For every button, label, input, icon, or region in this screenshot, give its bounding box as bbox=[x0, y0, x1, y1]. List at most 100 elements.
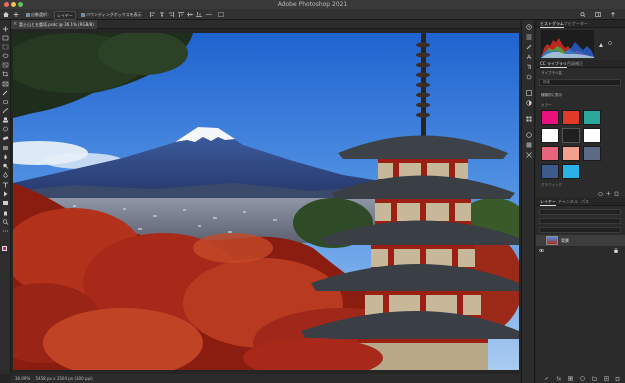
close-tab-icon[interactable]: × bbox=[13, 20, 17, 29]
foreground-color-swatch[interactable] bbox=[2, 246, 7, 251]
properties-icon[interactable] bbox=[526, 34, 532, 40]
library-name[interactable]: ライブラリ名 bbox=[541, 71, 562, 76]
marquee-icon[interactable] bbox=[2, 44, 9, 50]
colors-section-label[interactable]: カラー bbox=[541, 103, 552, 108]
library-delete-icon[interactable] bbox=[614, 191, 619, 196]
library-cloud-icon[interactable] bbox=[598, 191, 603, 196]
patterns-icon[interactable] bbox=[526, 152, 532, 158]
graphics-section-label[interactable]: グラフィック bbox=[541, 183, 562, 188]
history-icon[interactable] bbox=[526, 24, 532, 30]
color-icon[interactable] bbox=[526, 132, 532, 138]
move-tool-icon[interactable] bbox=[13, 12, 19, 17]
new-group-icon[interactable] bbox=[592, 376, 597, 381]
align-bottom-icon[interactable] bbox=[196, 12, 202, 17]
character-icon[interactable] bbox=[526, 54, 532, 60]
gradients-icon[interactable] bbox=[526, 142, 532, 148]
tab-navigator[interactable]: ナビゲーター bbox=[564, 20, 588, 28]
healing-icon[interactable] bbox=[2, 99, 9, 105]
tab-histogram[interactable]: ヒストグラム bbox=[540, 20, 564, 28]
hand-icon[interactable] bbox=[2, 210, 9, 216]
swatch-6[interactable] bbox=[583, 128, 601, 143]
document-tab[interactable]: × 富士山と五重塔.psdc @ 36.1% (RGB/8) bbox=[11, 20, 97, 29]
clone-stamp-icon[interactable] bbox=[2, 117, 9, 123]
adjustment-layer-icon[interactable] bbox=[580, 376, 585, 381]
path-select-icon[interactable] bbox=[2, 191, 9, 197]
history-brush-icon[interactable] bbox=[2, 126, 9, 132]
swatch-8[interactable] bbox=[562, 146, 580, 161]
swatch-5[interactable] bbox=[562, 128, 580, 143]
workspace-icon[interactable] bbox=[595, 12, 601, 17]
swatch-2[interactable] bbox=[562, 110, 580, 125]
gradient-icon[interactable] bbox=[2, 145, 9, 151]
blend-mode-bar[interactable] bbox=[539, 218, 621, 224]
delete-layer-icon[interactable] bbox=[615, 376, 620, 381]
pen-icon[interactable] bbox=[2, 172, 9, 178]
swatch-9[interactable] bbox=[583, 146, 601, 161]
layer-mask-icon[interactable] bbox=[568, 376, 573, 381]
search-icon[interactable] bbox=[580, 12, 586, 17]
brush-icon[interactable] bbox=[2, 108, 9, 114]
more-tools-icon[interactable] bbox=[2, 228, 9, 234]
rectangle-icon[interactable] bbox=[2, 200, 9, 206]
tab-paths[interactable]: パス bbox=[581, 198, 589, 206]
histogram-warning-icon[interactable] bbox=[599, 32, 603, 47]
align-center-icon[interactable] bbox=[159, 12, 165, 17]
align-middle-icon[interactable] bbox=[187, 12, 193, 17]
blur-icon[interactable] bbox=[2, 154, 9, 160]
zoom-level[interactable]: 36.09% bbox=[15, 376, 30, 381]
auto-select-target-dropdown[interactable]: レイヤー bbox=[54, 11, 76, 20]
artboard-icon[interactable] bbox=[2, 35, 9, 41]
swatch-3[interactable] bbox=[583, 110, 601, 125]
layer-style-icon[interactable]: fx bbox=[556, 376, 562, 382]
tab-adjustments[interactable]: 色調補正 bbox=[567, 60, 583, 68]
crop-icon[interactable] bbox=[2, 71, 9, 77]
adjustments-icon[interactable] bbox=[526, 100, 532, 106]
library-search-input[interactable]: 検索 bbox=[539, 79, 621, 86]
document-info[interactable]: 5458 px x 3504 px (300 ppi) bbox=[36, 376, 93, 381]
tab-layers[interactable]: レイヤー bbox=[540, 198, 556, 206]
3d-mode-icon[interactable] bbox=[218, 12, 224, 17]
swatch-7[interactable] bbox=[541, 146, 559, 161]
glyphs-icon[interactable] bbox=[526, 74, 532, 80]
layer-name[interactable]: 背景 bbox=[561, 236, 569, 245]
more-options-icon[interactable] bbox=[206, 12, 212, 17]
lock-bar[interactable] bbox=[539, 227, 621, 233]
home-icon[interactable] bbox=[3, 12, 9, 17]
paragraph-icon[interactable] bbox=[526, 64, 532, 70]
align-top-icon[interactable] bbox=[178, 12, 184, 17]
align-right-icon[interactable] bbox=[168, 12, 174, 17]
type-icon[interactable] bbox=[2, 182, 9, 188]
link-layers-icon[interactable] bbox=[544, 376, 549, 381]
dodge-icon[interactable] bbox=[2, 163, 9, 169]
align-left-icon[interactable] bbox=[150, 12, 156, 17]
brush-settings-icon[interactable] bbox=[526, 44, 532, 50]
tab-channels[interactable]: チャンネル bbox=[558, 198, 578, 206]
transform-controls-checkbox[interactable]: バウンディングボックスを表示 bbox=[81, 11, 142, 18]
zoom-icon[interactable] bbox=[2, 219, 9, 225]
object-select-icon[interactable] bbox=[2, 62, 9, 68]
library-view-dropdown[interactable]: 種類別に表示 bbox=[541, 93, 562, 98]
layer-filter-bar[interactable] bbox=[539, 209, 621, 215]
new-layer-icon[interactable] bbox=[604, 376, 609, 381]
libraries-icon[interactable] bbox=[526, 90, 532, 96]
status-bar: 36.09% 5458 px x 3504 px (300 ppi) bbox=[11, 374, 520, 383]
swatch-4[interactable] bbox=[541, 128, 559, 143]
eyedropper-icon[interactable] bbox=[2, 90, 9, 96]
layer-row-background[interactable]: 背景 bbox=[536, 235, 625, 253]
move-icon[interactable] bbox=[2, 26, 9, 32]
swatch-10[interactable] bbox=[541, 164, 559, 179]
tab-cc-libraries[interactable]: CC ライブラリ bbox=[540, 60, 567, 68]
lasso-icon[interactable] bbox=[2, 53, 9, 59]
document-canvas[interactable] bbox=[13, 33, 519, 370]
auto-select-checkbox[interactable]: 自動選択： bbox=[26, 11, 51, 18]
eraser-icon[interactable] bbox=[2, 135, 9, 141]
visibility-eye-icon[interactable] bbox=[538, 238, 545, 253]
share-icon[interactable] bbox=[610, 12, 616, 17]
swatches-icon[interactable] bbox=[526, 116, 532, 122]
histogram-refresh-icon[interactable] bbox=[608, 30, 612, 45]
window-title: Adobe Photoshop 2021 bbox=[277, 1, 348, 8]
swatch-1[interactable] bbox=[541, 110, 559, 125]
library-add-icon[interactable] bbox=[606, 191, 611, 196]
swatch-11[interactable] bbox=[562, 164, 580, 179]
frame-icon[interactable] bbox=[2, 81, 9, 87]
